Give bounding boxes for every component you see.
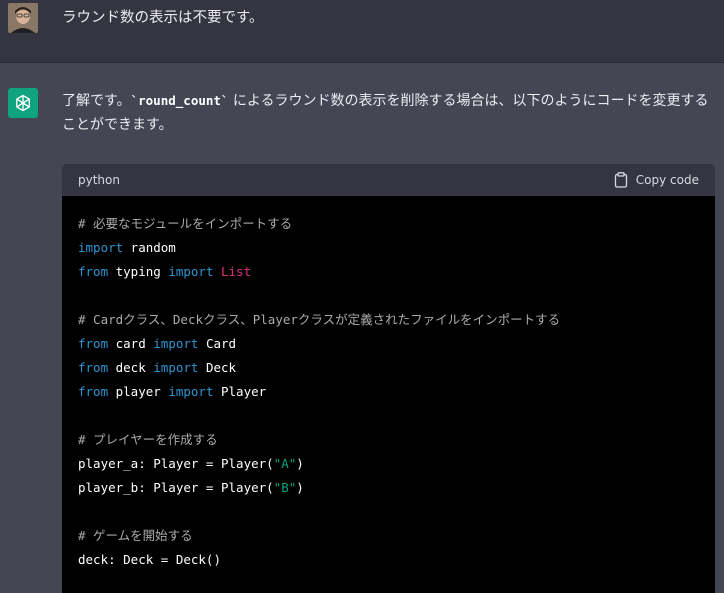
user-avatar-photo-icon: [8, 3, 38, 33]
imported-name: Player: [213, 384, 267, 399]
code-line: player_a: Player = Player("A"): [78, 452, 699, 476]
copy-code-button[interactable]: Copy code: [614, 172, 699, 188]
code-line: import random: [78, 236, 699, 260]
copy-code-label: Copy code: [635, 173, 699, 187]
imported-name: Card: [198, 336, 237, 351]
imported-name: List: [213, 264, 252, 279]
module-name: card: [108, 336, 154, 351]
code-line: player_b: Player = Player("B"): [78, 476, 699, 500]
keyword-from: from: [78, 336, 109, 351]
module-name: deck: [108, 360, 154, 375]
code-line: from deck import Deck: [78, 356, 699, 380]
module-name: typing: [108, 264, 169, 279]
inline-code-round-count: `round_count`: [130, 93, 229, 108]
keyword-import: import: [78, 240, 124, 255]
openai-logo-icon: [16, 94, 30, 112]
code-block: python Copy code # 必要なモジュールをインポートする impo…: [62, 164, 715, 593]
code-line: deck: Deck = Deck(): [78, 552, 221, 567]
intro-prefix: 了解です。: [62, 93, 131, 109]
code-block-header: python Copy code: [62, 164, 715, 196]
bot-avatar: [8, 88, 38, 118]
assignment-prefix: player_a: Player = Player(: [78, 456, 274, 471]
keyword-from: from: [78, 264, 109, 279]
code-line-comment: # プレイヤーを作成する: [78, 432, 218, 447]
keyword-import: import: [153, 336, 199, 351]
code-line: from player import Player: [78, 380, 699, 404]
module-name: player: [108, 384, 169, 399]
assignment-prefix: player_b: Player = Player(: [78, 480, 274, 495]
code-line-comment: # 必要なモジュールをインポートする: [78, 216, 293, 231]
string-literal: "A": [273, 456, 297, 471]
code-line-comment: # ゲームを開始する: [78, 528, 193, 543]
user-message-row: ラウンド数の表示は不要です。: [0, 0, 724, 63]
assistant-message-row: 了解です。`round_count` によるラウンド数の表示を削除する場合は、以…: [0, 64, 724, 593]
keyword-import: import: [153, 360, 199, 375]
assignment-suffix: ): [296, 456, 304, 471]
code-language-label: python: [78, 173, 120, 187]
assistant-message-text: 了解です。`round_count` によるラウンド数の表示を削除する場合は、以…: [62, 89, 718, 137]
code-line: from card import Card: [78, 332, 699, 356]
clipboard-icon: [614, 172, 627, 188]
keyword-import: import: [168, 264, 214, 279]
keyword-from: from: [78, 360, 109, 375]
code-line-comment: # Cardクラス、Deckクラス、Playerクラスが定義されたファイルをイン…: [78, 312, 561, 327]
string-literal: "B": [273, 480, 297, 495]
code-line: from typing import List: [78, 260, 699, 284]
code-body: # 必要なモジュールをインポートする import random from ty…: [62, 196, 715, 572]
user-message-text: ラウンド数の表示は不要です。: [62, 10, 264, 26]
assignment-suffix: ): [296, 480, 304, 495]
imported-name: Deck: [198, 360, 237, 375]
user-avatar: [8, 3, 38, 33]
keyword-import: import: [168, 384, 214, 399]
module-name: random: [123, 240, 176, 255]
keyword-from: from: [78, 384, 109, 399]
